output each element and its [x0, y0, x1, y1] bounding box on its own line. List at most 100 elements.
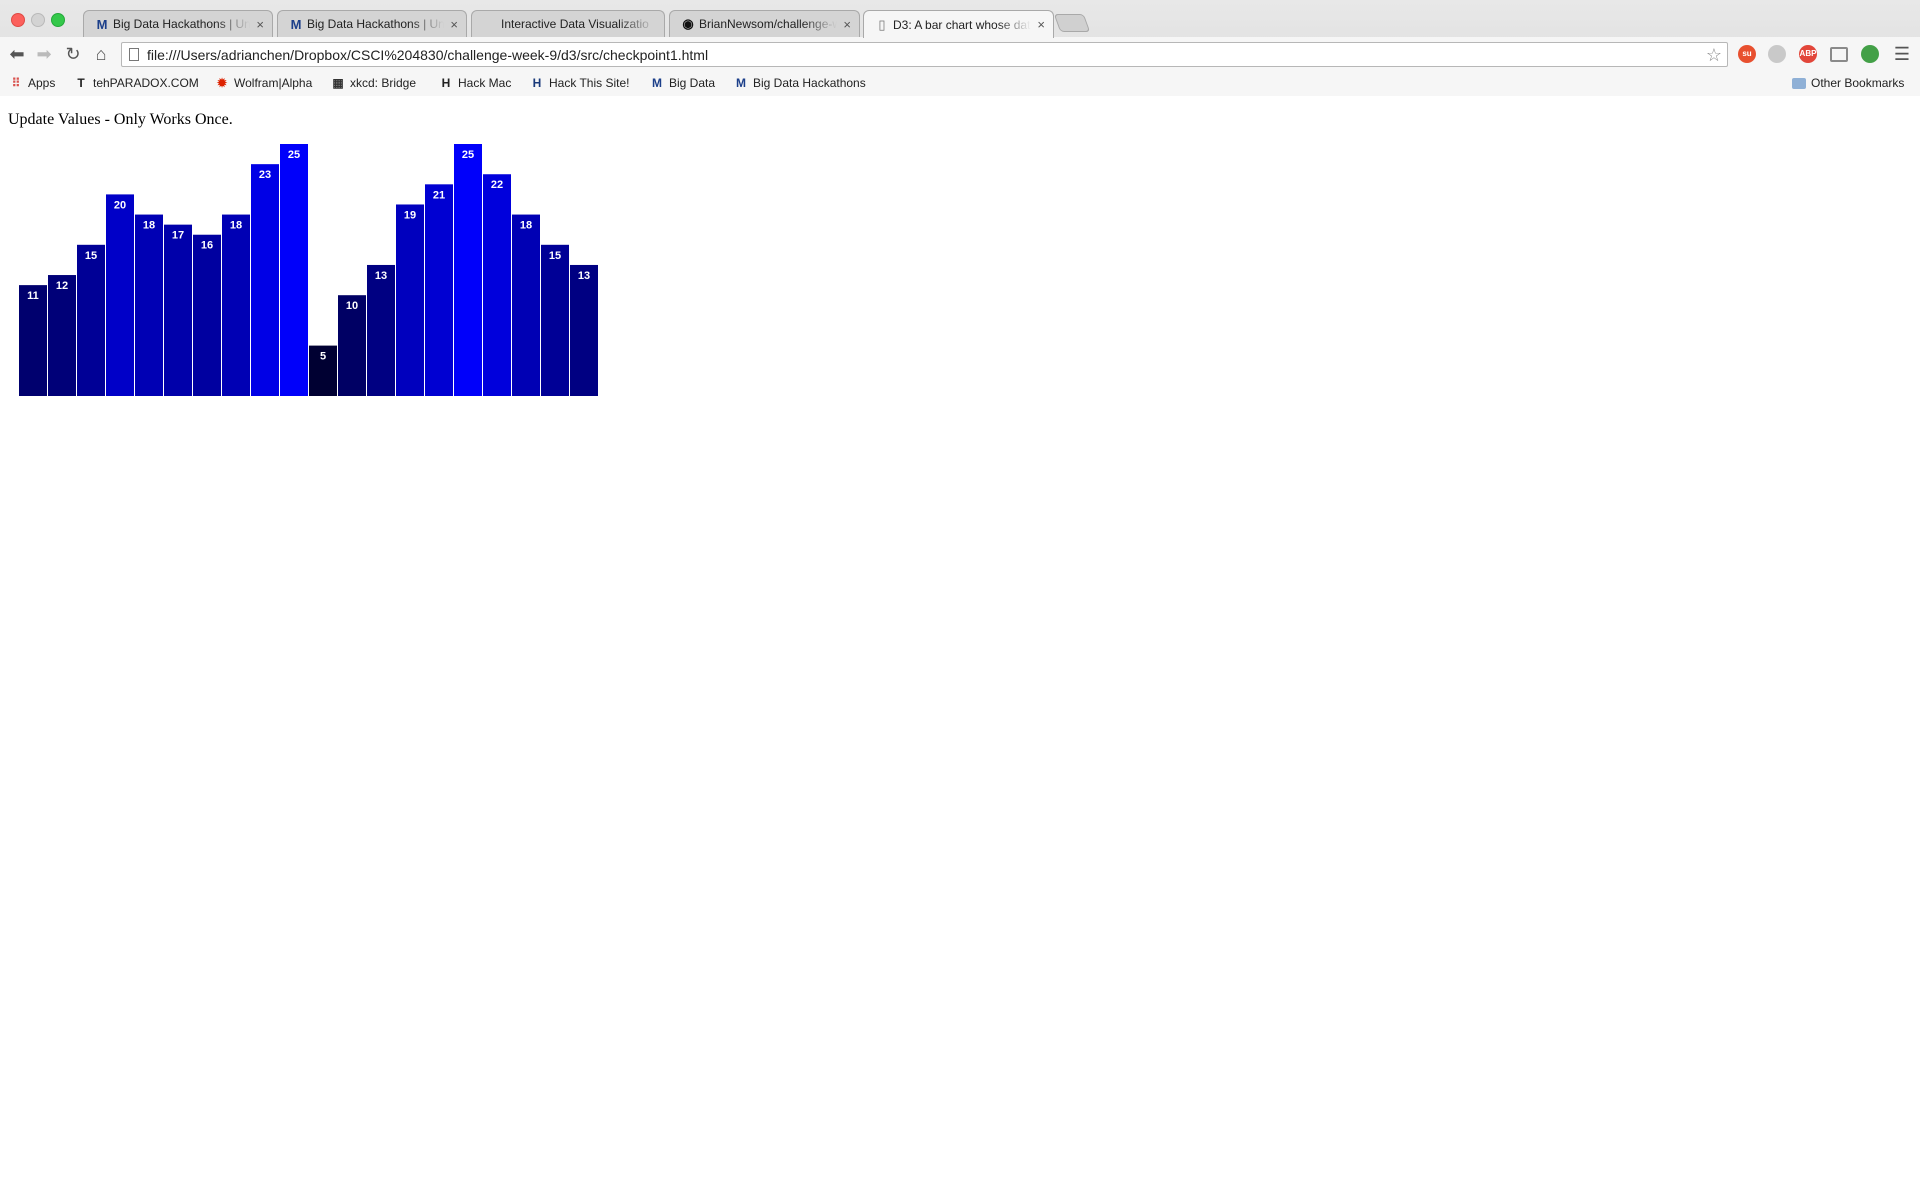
bar: [77, 244, 105, 396]
zoom-window-button[interactable]: [51, 13, 65, 27]
bookmark-label: Hack Mac: [458, 76, 512, 90]
bookmark-item[interactable]: TtehPARADOX.COM: [74, 76, 199, 90]
bar: [396, 204, 424, 396]
bar-value-label: 5: [320, 351, 326, 363]
bar-value-label: 17: [172, 230, 184, 242]
bookmarks-bar: ⠿ Apps TtehPARADOX.COM ✹ Wolfram|Alpha ▦ xkcd:…: [0, 71, 1920, 96]
back-icon[interactable]: ⬅: [6, 43, 28, 65]
bookmark-item[interactable]: ▦ xkcd: Bridge: [331, 76, 416, 90]
tab-title: Big Data Hackathons | Univ: [113, 17, 250, 31]
apps-icon: ⠿: [11, 76, 21, 90]
adblock-plus-icon[interactable]: ABP: [1799, 45, 1817, 63]
bar: [222, 214, 250, 396]
bar-value-label: 16: [201, 240, 213, 252]
bookmark-star-icon[interactable]: ☆: [1706, 45, 1722, 66]
bar-value-label: 25: [288, 149, 300, 161]
bar-value-label: 10: [346, 300, 358, 312]
bar: [570, 264, 598, 396]
address-bar[interactable]: file:///Users/adrianchen/Dropbox/CSCI%20…: [121, 42, 1728, 67]
tab-big-data-1[interactable]: M Big Data Hackathons | Univ ×: [83, 10, 273, 37]
bar-value-label: 12: [56, 280, 68, 292]
bookmark-item[interactable]: H Hack Mac: [439, 76, 512, 90]
github-icon: ◉: [682, 16, 694, 31]
other-bookmarks-label: Other Bookmarks: [1811, 76, 1905, 90]
bookmark-label: Hack This Site!: [549, 76, 630, 90]
tehparadox-icon: T: [77, 76, 85, 90]
tab-title: BrianNewsom/challenge-we: [699, 17, 837, 31]
toolbar: ⬅ ➡ ↻ ⌂ file:///Users/adrianchen/Dropbox…: [0, 37, 1920, 71]
bar: [454, 144, 482, 396]
pushbullet-icon[interactable]: [1861, 45, 1879, 63]
bookmark-label: Big Data: [669, 76, 716, 90]
bar-value-label: 18: [520, 220, 532, 232]
bar-value-label: 13: [578, 270, 590, 282]
bookmark-label: Big Data Hackathons: [753, 76, 866, 90]
umich-icon: M: [736, 76, 746, 90]
umich-icon: M: [96, 16, 108, 32]
bar: [541, 244, 569, 396]
bar-value-label: 13: [375, 270, 387, 282]
folder-icon: [1792, 77, 1806, 89]
bar-value-label: 15: [85, 250, 97, 262]
tab-title: Big Data Hackathons | Univ: [307, 17, 444, 31]
bar: [135, 214, 163, 396]
tab-interactive-data-viz[interactable]: Interactive Data Visualizatio: [471, 10, 665, 37]
minimize-window-button[interactable]: [31, 13, 45, 27]
umich-icon: M: [652, 76, 662, 90]
hackmac-icon: H: [441, 76, 451, 90]
tab-close-icon[interactable]: ×: [250, 17, 264, 32]
bookmark-item[interactable]: M Big Data Hackathons: [734, 76, 866, 90]
bookmark-label: xkcd: Bridge: [350, 76, 417, 90]
bar-value-label: 18: [230, 220, 242, 232]
bookmark-label: Wolfram|Alpha: [234, 76, 313, 90]
page-content: Update Values - Only Works Once. 11 12 15 2…: [0, 97, 1920, 1200]
hackthissite-icon: H: [532, 76, 542, 90]
bar: [280, 144, 308, 396]
tab-d3-bar-chart[interactable]: ▯ D3: A bar chart whose data ×: [863, 10, 1054, 38]
url-text: file:///Users/adrianchen/Dropbox/CSCI%20…: [147, 47, 709, 63]
xkcd-icon: ▦: [332, 76, 344, 90]
bar-value-label: 21: [433, 189, 445, 201]
bar: [193, 234, 221, 396]
update-values-text[interactable]: Update Values - Only Works Once.: [8, 111, 233, 129]
bar: [48, 275, 76, 396]
tab-title: D3: A bar chart whose data: [893, 17, 1031, 32]
bookmark-label: tehPARADOX.COM: [93, 76, 199, 90]
tab-close-icon[interactable]: ×: [837, 17, 851, 32]
tab-github[interactable]: ◉ BrianNewsom/challenge-we ×: [669, 10, 860, 37]
bar-value-label: 19: [404, 209, 416, 221]
ghostery-icon[interactable]: [1768, 45, 1786, 63]
browser-chrome: M Big Data Hackathons | Univ × M Big Dat…: [0, 0, 1920, 96]
bar-value-label: 22: [491, 179, 503, 191]
bar-value-label: 25: [462, 149, 474, 161]
document-icon: ▯: [878, 16, 886, 32]
tab-big-data-2[interactable]: M Big Data Hackathons | Univ ×: [277, 10, 467, 37]
menu-icon[interactable]: ☰: [1891, 43, 1913, 65]
cast-icon[interactable]: [1830, 47, 1848, 62]
bar-value-label: 11: [27, 290, 39, 302]
forward-icon[interactable]: ➡: [33, 43, 55, 65]
bookmark-item[interactable]: ⠿ Apps: [9, 76, 56, 90]
tab-close-icon[interactable]: ×: [1031, 17, 1045, 32]
bar: [164, 224, 192, 396]
tab-strip: M Big Data Hackathons | Univ × M Big Dat…: [0, 0, 1920, 38]
new-tab-button[interactable]: [1053, 14, 1091, 32]
bar-chart: 11 12 15 20 18 17 16 18 23 25 5 10 13 19 21 25 22 18 15 13: [19, 144, 598, 396]
bar: [425, 184, 453, 396]
bookmark-item[interactable]: H Hack This Site!: [530, 76, 630, 90]
wolfram-icon: ✹: [216, 76, 228, 90]
bar-value-label: 23: [259, 169, 271, 181]
bar: [106, 194, 134, 396]
tab-close-icon[interactable]: ×: [444, 17, 458, 32]
bar: [512, 214, 540, 396]
bar: [367, 264, 395, 396]
bar-value-label: 15: [549, 250, 561, 262]
bar-value-label: 18: [143, 220, 155, 232]
other-bookmarks[interactable]: Other Bookmarks: [1792, 76, 1904, 90]
bookmark-item[interactable]: ✹ Wolfram|Alpha: [215, 76, 312, 90]
bookmark-item[interactable]: M Big Data: [650, 76, 715, 90]
reload-icon[interactable]: ↻: [62, 43, 84, 65]
close-window-button[interactable]: [11, 13, 25, 27]
home-icon[interactable]: ⌂: [90, 43, 112, 65]
stumbleupon-icon[interactable]: su: [1738, 45, 1756, 63]
